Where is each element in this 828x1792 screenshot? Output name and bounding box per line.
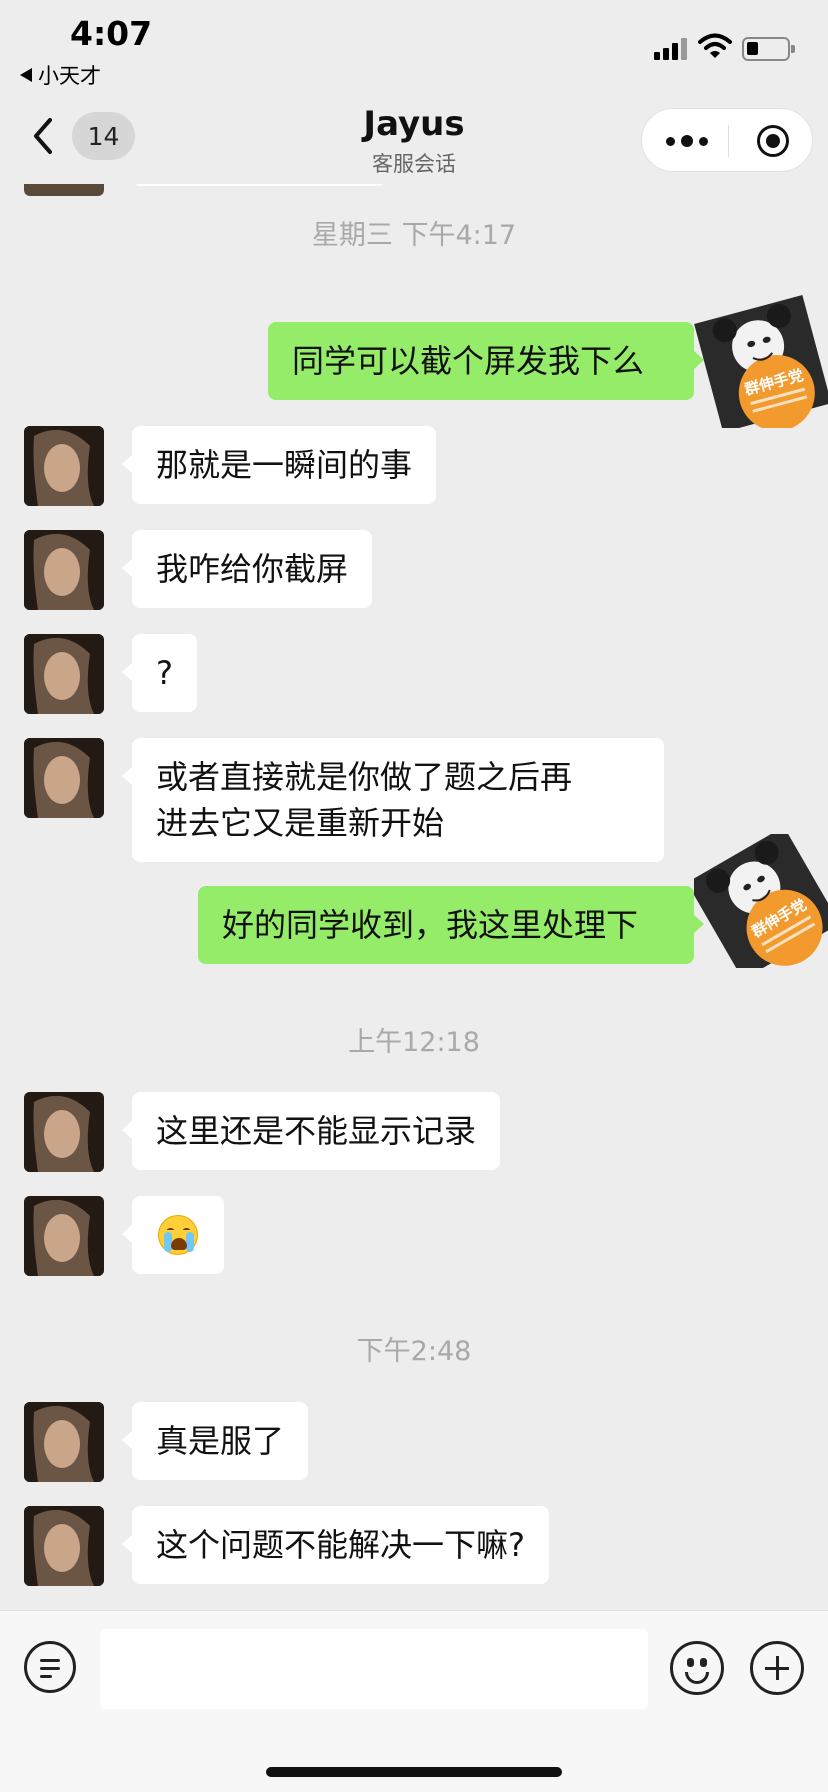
status-time: 4:07 [70,14,153,53]
avatar[interactable] [24,1402,104,1482]
message-text-line: 进去它又是重新开始 [156,804,445,842]
message-text-line: 或者直接就是你做了题之后再 [156,758,573,796]
avatar[interactable] [24,426,104,506]
avatar[interactable] [24,1196,104,1276]
avatar[interactable] [24,184,104,196]
status-bar: 4:07 小天才 [0,0,828,100]
avatar[interactable] [24,634,104,714]
received-message-bubble[interactable]: 真是服了 [121,1402,309,1480]
signal-icon [654,38,688,60]
message-input[interactable] [100,1629,648,1709]
nav-bar: 14 Jayus 客服会话 [0,100,828,184]
sent-message-bubble[interactable]: 同学可以截个屏发我下么 [268,322,704,400]
message-timestamp: 下午2:48 [356,1336,472,1367]
capsule-divider [728,125,729,157]
message-timestamp: 星期三 下午4:17 [311,220,517,251]
sticker-avatar[interactable]: 群伸手党 [694,294,828,428]
received-message-bubble[interactable]: 这里还是不能显示记录 [121,1092,501,1170]
battery-icon [742,37,795,61]
message-timestamp: 上午12:18 [348,1027,480,1058]
chat-area[interactable]: 星期三 下午4:17 同学可以截个屏发我下么 群伸手党 那就是一瞬间的事 我咋给… [0,184,828,1610]
message-text: 那就是一瞬间的事 [156,446,413,484]
plus-icon[interactable] [750,1641,804,1695]
message-bubble-partial [132,184,386,186]
mini-program-capsule [641,108,813,172]
crying-face-emoji [158,1215,198,1255]
message-text: 我咋给你截屏 [156,550,349,588]
received-message-bubble[interactable]: ? [122,634,197,712]
close-target-icon[interactable] [757,125,789,157]
received-message-bubble[interactable]: 或者直接就是你做了题之后再 进去它又是重新开始 [122,738,664,862]
emoji-icon[interactable] [670,1641,724,1695]
received-message-bubble[interactable]: 那就是一瞬间的事 [121,426,437,504]
message-text: ? [156,654,173,692]
received-message-bubble[interactable]: 我咋给你截屏 [121,530,373,608]
input-bar [0,1610,828,1792]
back-app-label: 小天才 [38,64,101,88]
message-text: 真是服了 [156,1422,285,1460]
wifi-icon [698,33,732,58]
back-to-app-link[interactable]: 小天才 [20,60,101,90]
message-text: 好的同学收到，我这里处理下 [222,906,639,944]
received-message-bubble[interactable] [122,1196,224,1274]
message-text: 这个问题不能解决一下嘛? [156,1526,525,1564]
back-triangle-icon [20,68,32,82]
home-indicator [266,1767,562,1777]
received-message-bubble[interactable]: 这个问题不能解决一下嘛? [122,1506,549,1584]
avatar[interactable] [24,1092,104,1172]
message-text: 同学可以截个屏发我下么 [292,342,645,380]
quick-menu-icon[interactable] [24,1641,76,1693]
sticker-avatar[interactable]: 群伸手党 [694,834,828,968]
avatar[interactable] [24,530,104,610]
avatar[interactable] [24,1506,104,1586]
sent-message-bubble[interactable]: 好的同学收到，我这里处理下 [198,886,704,964]
message-text: 这里还是不能显示记录 [156,1112,477,1150]
avatar[interactable] [24,738,104,818]
more-dots-icon[interactable] [666,131,708,151]
